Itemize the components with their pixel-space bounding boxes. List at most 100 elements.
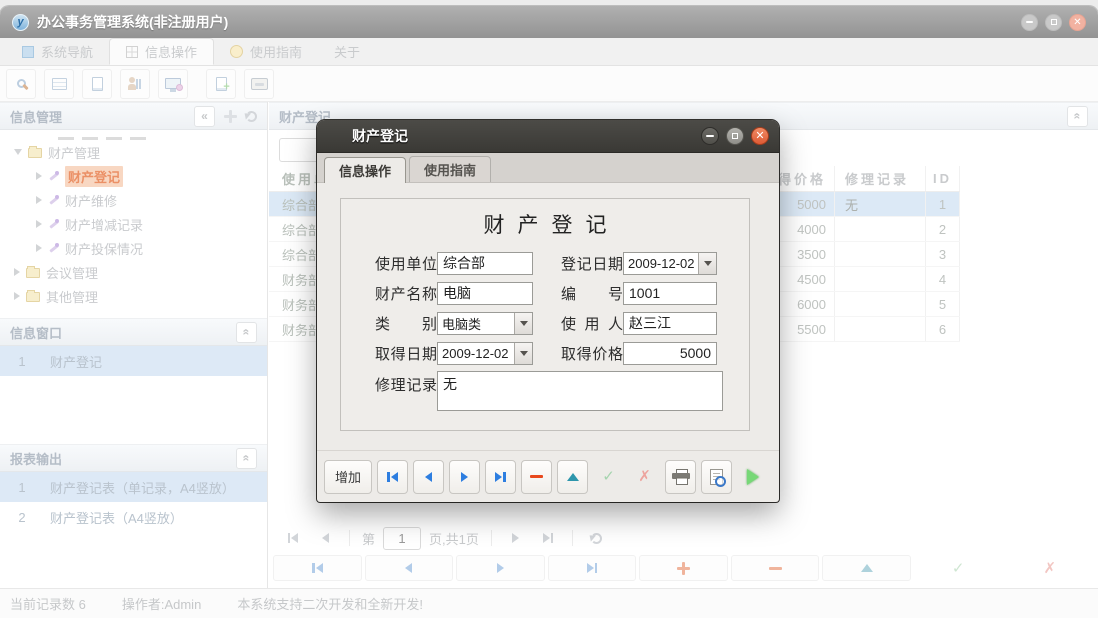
user-report-button[interactable]	[120, 69, 150, 99]
add-document-button[interactable]: +	[206, 69, 236, 99]
close-icon[interactable]: ✕	[1069, 14, 1086, 31]
maximize-icon[interactable]	[1045, 14, 1062, 31]
dropdown-icon[interactable]	[514, 313, 532, 334]
cancel-button[interactable]: ✗	[629, 460, 660, 494]
cancel-button[interactable]: ✗	[1006, 555, 1095, 581]
page-number-input[interactable]	[383, 527, 421, 550]
next-record-button[interactable]	[449, 460, 480, 494]
delete-record-button[interactable]	[521, 460, 552, 494]
add-icon[interactable]	[224, 110, 237, 123]
archive-button[interactable]	[244, 69, 274, 99]
tree-item-property-repair[interactable]: 财产维修	[0, 188, 267, 212]
dialog-minimize-icon[interactable]	[701, 127, 719, 145]
edit-record-button[interactable]	[557, 460, 588, 494]
dialog-tab-guide[interactable]: 使用指南	[409, 156, 491, 182]
reg-date-select[interactable]: 2009-12-02	[623, 252, 717, 275]
next-record-button[interactable]	[456, 555, 545, 581]
add-button[interactable]: 增加	[324, 460, 372, 494]
list-item[interactable]: 1 财产登记	[0, 346, 267, 376]
tool-icon	[48, 243, 59, 254]
record-nav-toolbar: ✓ ✗	[273, 555, 1094, 583]
list-item[interactable]: 1 财产登记表（单记录，A4竖放）	[0, 472, 267, 502]
last-record-button[interactable]	[485, 460, 516, 494]
folder-icon	[26, 292, 40, 302]
tree-label: 财产管理	[48, 143, 100, 162]
category-select[interactable]: 电脑类	[437, 312, 533, 335]
monitor-button[interactable]	[158, 69, 188, 99]
next-page-icon[interactable]	[504, 526, 528, 550]
delete-record-button[interactable]	[731, 555, 820, 581]
first-page-icon[interactable]	[281, 526, 305, 550]
tree-item-property-register[interactable]: 财产登记	[0, 164, 267, 188]
archive-icon	[251, 78, 268, 90]
collapse-up-icon[interactable]: «	[1067, 106, 1088, 127]
tree-item-property-change[interactable]: 财产增减记录	[0, 212, 267, 236]
prev-record-button[interactable]	[365, 555, 454, 581]
tab-system-nav[interactable]: 系统导航	[6, 38, 109, 65]
cell-repair	[835, 317, 926, 341]
tree-item-property-insurance[interactable]: 财产投保情况	[0, 236, 267, 260]
operator-label: 操作者:Admin	[122, 594, 201, 613]
tab-info-ops[interactable]: 信息操作	[109, 38, 214, 65]
tab-label: 信息操作	[339, 161, 391, 180]
dropdown-icon[interactable]	[698, 253, 716, 274]
run-button[interactable]	[737, 460, 768, 494]
collapse-up-icon[interactable]: «	[236, 322, 257, 343]
cell-id: 1	[926, 192, 960, 216]
tree-item-meeting-mgmt[interactable]: 会议管理	[0, 260, 267, 284]
list-view-button[interactable]	[44, 69, 74, 99]
app-logo-icon: y	[12, 14, 29, 31]
dropdown-icon[interactable]	[514, 343, 532, 364]
tab-about[interactable]: 关于	[318, 38, 376, 65]
info-panel-title: 信息管理	[10, 107, 62, 126]
acq-date-label: 取得日期	[375, 343, 437, 364]
name-field[interactable]	[437, 282, 533, 305]
tree-item-property-mgmt[interactable]: 财产管理	[0, 140, 267, 164]
tab-guide[interactable]: 使用指南	[214, 38, 318, 65]
check-icon: ✓	[952, 561, 965, 576]
print-button[interactable]	[665, 460, 696, 494]
cross-icon: ✗	[1043, 561, 1056, 576]
collapse-up-icon[interactable]: «	[236, 448, 257, 469]
preview-button[interactable]	[701, 460, 732, 494]
remove-icon	[769, 567, 782, 570]
user-field[interactable]	[623, 312, 717, 335]
last-page-icon[interactable]	[536, 526, 560, 550]
price-field[interactable]	[623, 342, 717, 365]
first-record-button[interactable]	[273, 555, 362, 581]
cross-icon: ✗	[638, 469, 651, 484]
minimize-icon[interactable]	[1021, 14, 1038, 31]
last-record-button[interactable]	[548, 555, 637, 581]
dialog-close-icon[interactable]: ✕	[751, 127, 769, 145]
edit-record-button[interactable]	[822, 555, 911, 581]
dialog-tab-info-ops[interactable]: 信息操作	[324, 157, 406, 183]
number-field[interactable]	[623, 282, 717, 305]
prev-page-icon[interactable]	[313, 526, 337, 550]
tree-label: 其他管理	[46, 287, 98, 306]
add-record-button[interactable]	[639, 555, 728, 581]
list-item[interactable]: 2 财产登记表（A4竖放）	[0, 502, 267, 532]
tree-item-other-mgmt[interactable]: 其他管理	[0, 284, 267, 308]
cell-repair: 无	[835, 192, 926, 216]
dialog-maximize-icon[interactable]	[726, 127, 744, 145]
remove-icon	[530, 475, 543, 478]
refresh-icon[interactable]	[246, 111, 257, 122]
commit-button[interactable]: ✓	[593, 460, 624, 494]
dialog-button-bar: 增加 ✓ ✗	[317, 450, 779, 502]
col-header-id[interactable]: ID	[926, 166, 960, 191]
collapse-left-icon[interactable]: «	[194, 106, 215, 127]
repair-field[interactable]: 无	[437, 371, 723, 411]
commit-button[interactable]: ✓	[914, 555, 1003, 581]
first-record-button[interactable]	[377, 460, 408, 494]
prev-record-button[interactable]	[413, 460, 444, 494]
reg-date-value: 2009-12-02	[624, 256, 698, 271]
dialog-titlebar[interactable]: 财产登记 ✕	[317, 120, 779, 153]
acq-date-select[interactable]: 2009-12-02	[437, 342, 533, 365]
row-label: 财产登记	[50, 352, 102, 371]
search-button[interactable]	[6, 69, 36, 99]
refresh-icon[interactable]	[585, 526, 609, 550]
document-button[interactable]	[82, 69, 112, 99]
unit-field[interactable]	[437, 252, 533, 275]
info-panel-header: 信息管理 «	[0, 102, 267, 130]
col-header-repair[interactable]: 修理记录	[835, 166, 926, 191]
